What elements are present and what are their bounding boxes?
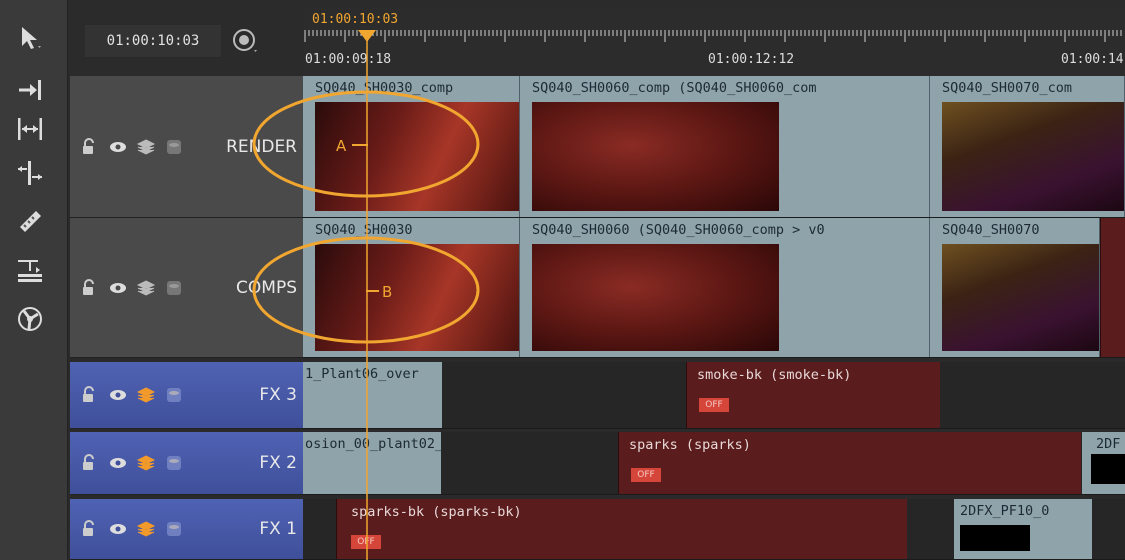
marker-b: B xyxy=(382,283,393,301)
marker-a: A xyxy=(336,137,347,155)
annotation-overlay xyxy=(252,30,480,560)
